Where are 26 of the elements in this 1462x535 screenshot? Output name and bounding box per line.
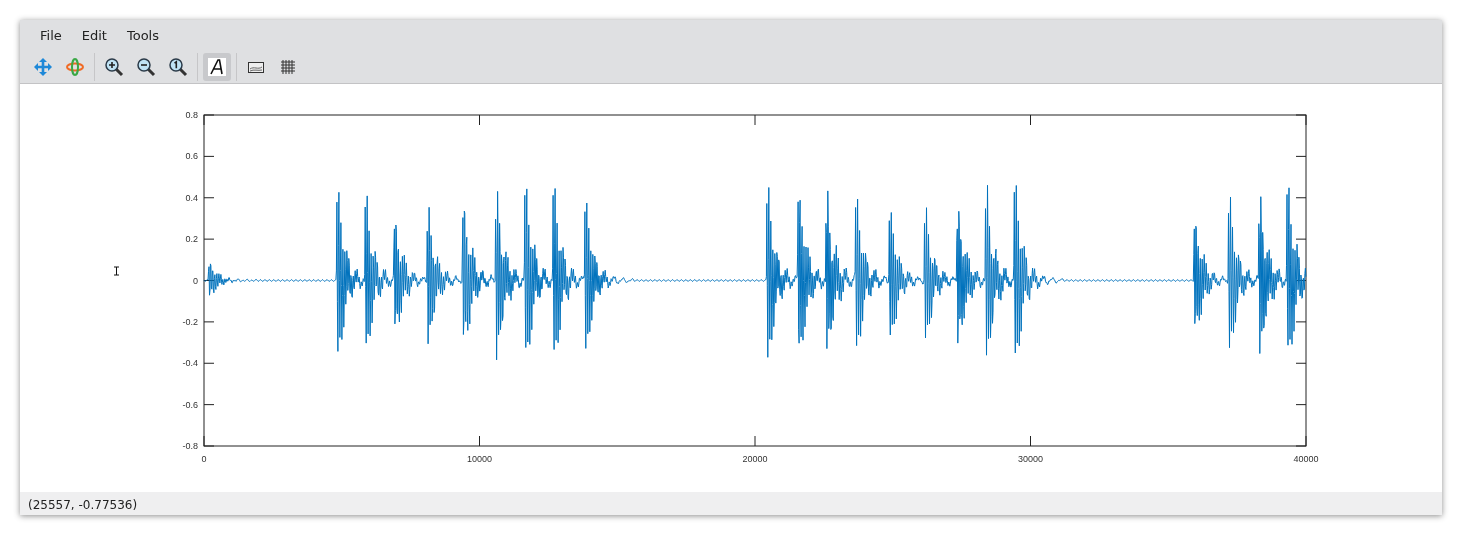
italic-letter-icon bbox=[207, 56, 227, 77]
x-tick-label: 30000 bbox=[1018, 454, 1043, 464]
menu-item[interactable]: Edit bbox=[71, 20, 117, 50]
zoom-reset-icon bbox=[168, 56, 188, 77]
text-cursor-icon bbox=[113, 266, 120, 276]
pan-icon bbox=[33, 56, 53, 77]
x-tick-label: 10000 bbox=[467, 454, 492, 464]
y-tick-label: 0.6 bbox=[185, 151, 198, 162]
zoom-out-icon bbox=[136, 56, 156, 77]
x-tick-label: 0 bbox=[201, 454, 207, 464]
x-tick-label: 40000 bbox=[1293, 454, 1319, 464]
y-tick-label: 0.8 bbox=[185, 110, 198, 120]
y-tick-label: -0.2 bbox=[182, 316, 198, 327]
y-tick-label: 0.4 bbox=[185, 192, 198, 203]
y-tick-label: -0.4 bbox=[182, 358, 198, 369]
italic-letter-button[interactable] bbox=[203, 52, 231, 81]
y-tick-label: 0.2 bbox=[185, 234, 198, 245]
menu-item[interactable]: File bbox=[30, 20, 72, 50]
rotate-icon bbox=[65, 56, 85, 77]
menu-item[interactable]: Tools bbox=[116, 20, 169, 50]
y-tick-label: -0.8 bbox=[182, 441, 198, 451]
x-tick-label: 20000 bbox=[742, 454, 768, 464]
y-tick-label: 0 bbox=[193, 275, 198, 286]
status-text: (25557, -0.77536) bbox=[20, 492, 1442, 515]
y-tick-label: -0.6 bbox=[182, 399, 198, 410]
zoom-in-icon bbox=[104, 56, 124, 77]
